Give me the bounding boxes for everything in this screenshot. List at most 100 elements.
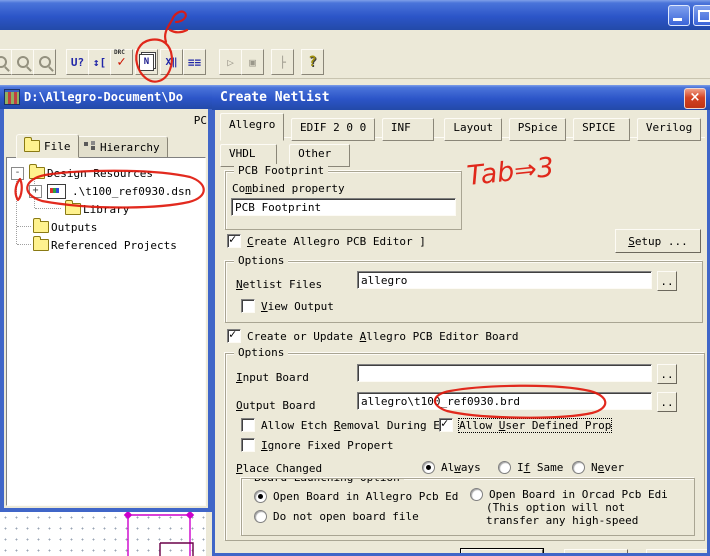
main-titlebar (0, 0, 710, 30)
allow-user-defined-label: Allow User Defined Prop (459, 419, 611, 432)
zoom-in-icon (0, 56, 7, 68)
tab-inf[interactable]: INF (382, 118, 434, 141)
create-netlist-button[interactable]: N (135, 49, 158, 75)
ok-button[interactable]: 确定 (461, 549, 543, 553)
close-button[interactable]: × (684, 88, 706, 109)
netlist-files-input[interactable] (357, 271, 652, 289)
options1-legend: Options (234, 254, 288, 267)
folder-icon (33, 239, 49, 251)
output-board-browse-button[interactable]: .. (657, 392, 677, 412)
tree-connector (17, 226, 31, 227)
combined-property-input[interactable] (231, 198, 456, 216)
tree-item-dsn[interactable]: .\t100_ref0930.dsn (47, 182, 191, 200)
tab-pspice[interactable]: PSpice (509, 118, 567, 141)
zoom-out-icon (17, 56, 29, 68)
create-allegro-editor-label: Create Allegro PCB Editor ] (247, 235, 426, 248)
project-tabs: File Hierarchy (4, 131, 208, 157)
options-group-1: Options Netlist Files .. View Output (225, 261, 703, 323)
input-board-browse-button[interactable]: .. (657, 364, 677, 384)
scale-icon: ↕[ (93, 56, 106, 69)
project-titlebar[interactable]: D:\Allegro-Document\Do (0, 85, 212, 109)
schematic-block (160, 543, 193, 556)
tab-layout[interactable]: Layout (444, 118, 502, 141)
tree-item-label: Outputs (51, 221, 97, 234)
tree-icon: ├ (279, 56, 286, 69)
scale-button[interactable]: ↕[ (88, 49, 111, 75)
board-launching-group: Board Launching Option Open Board in All… (241, 478, 695, 536)
tab-edif[interactable]: EDIF 2 0 0 (291, 118, 375, 141)
checkbox-checked-icon (227, 234, 241, 248)
cancel-button[interactable]: 取消 (564, 549, 628, 553)
tree-connector (17, 244, 31, 245)
zoom-all-button[interactable] (33, 49, 56, 75)
help-dialog-button[interactable]: 帮助 (646, 549, 707, 553)
open-orcad-radio[interactable]: Open Board in Orcad Pcb Edi (470, 487, 668, 501)
place-changed-ifsame-radio[interactable]: If Same (498, 460, 563, 474)
never-label: Never (591, 461, 624, 474)
netlist-files-browse-button[interactable]: .. (657, 271, 677, 291)
minimize-button[interactable] (668, 5, 690, 26)
orcad-note-line1: (This option will not (486, 501, 625, 514)
menu-strip (0, 30, 710, 46)
checkbox-checked-icon (227, 329, 241, 343)
input-board-input[interactable] (357, 364, 652, 382)
pointer-icon: ▷ (227, 56, 234, 69)
tree-item-label: .\t100_ref0930.dsn (72, 185, 191, 198)
tree-collapse-toggle[interactable]: - (11, 167, 24, 180)
output-board-input[interactable] (357, 392, 652, 410)
place-changed-always-radio[interactable]: Always (422, 460, 481, 474)
zoom-out-button[interactable] (11, 49, 34, 75)
place-changed-never-radio[interactable]: Never (572, 460, 624, 474)
orcad-note-line2: transfer any high-speed (486, 514, 638, 527)
tree-expand-toggle[interactable]: + (29, 185, 42, 198)
toolbar: U? ↕[ DRC ✓ N X‖ ≡≡ ▷ ▣ ├ ? (0, 45, 710, 79)
setup-button[interactable]: Setup ... (615, 229, 701, 253)
part-editor-button[interactable]: ▣ (241, 49, 264, 75)
drc-button[interactable]: DRC ✓ (110, 49, 133, 75)
allow-etch-removal-checkbox[interactable]: Allow Etch Removal During E (241, 418, 440, 432)
browse-label: .. (660, 396, 673, 409)
cross-reference-button[interactable]: X‖ (160, 49, 183, 75)
board-launching-legend: Board Launching Option (250, 478, 404, 484)
checkbox-unchecked-icon (241, 418, 255, 432)
tab-allegro[interactable]: Allegro (220, 113, 284, 141)
tab-spice[interactable]: SPICE (573, 118, 630, 141)
create-allegro-editor-checkbox[interactable]: Create Allegro PCB Editor ] (227, 234, 426, 248)
tab-hierarchy[interactable]: Hierarchy (76, 136, 168, 158)
netlist-files-label: Netlist Files (236, 278, 322, 291)
tree-item-referenced-projects[interactable]: Referenced Projects (33, 236, 177, 254)
create-update-board-checkbox[interactable]: Create or Update Allegro PCB Editor Boar… (227, 329, 519, 343)
view-output-label: View Output (261, 300, 334, 313)
dialog-titlebar[interactable]: Create Netlist (212, 85, 710, 110)
tab-file[interactable]: File (16, 134, 79, 158)
create-update-board-label: Create or Update Allegro PCB Editor Boar… (247, 330, 519, 343)
do-not-open-radio[interactable]: Do not open board file (254, 509, 419, 523)
folder-icon (24, 140, 40, 152)
tree-item-library[interactable]: Library (65, 200, 129, 218)
cross-reference-icon: X‖ (165, 57, 177, 68)
tab-verilog[interactable]: Verilog (637, 118, 701, 141)
bom-button[interactable]: ≡≡ (183, 49, 206, 75)
open-allegro-radio[interactable]: Open Board in Allegro Pcb Ed (254, 489, 458, 503)
checkbox-unchecked-icon (241, 299, 255, 313)
browse-label: .. (660, 275, 673, 288)
maximize-button[interactable] (693, 5, 710, 26)
allow-user-defined-checkbox[interactable]: Allow User Defined Prop (439, 418, 611, 432)
options2-legend: Options (234, 346, 288, 359)
dialog-body: Allegro EDIF 2 0 0 INF Layout PSpice SPI… (215, 110, 707, 553)
radio-selected-icon (422, 461, 435, 474)
schematic-canvas[interactable] (0, 512, 206, 556)
help-button[interactable]: ? (301, 49, 324, 75)
hierarchy-tree-button[interactable]: ├ (271, 49, 294, 75)
ignore-fixed-checkbox[interactable]: Ignore Fixed Propert (241, 438, 393, 452)
always-label: Always (441, 461, 481, 474)
annotate-button[interactable]: U? (66, 49, 89, 75)
project-window-icon (4, 89, 20, 105)
schematic-wires (128, 515, 190, 556)
radio-unselected-icon (572, 461, 585, 474)
view-output-checkbox[interactable]: View Output (241, 299, 334, 313)
tree-item-design-resources[interactable]: Design Resources (29, 164, 153, 182)
close-icon: × (690, 90, 701, 105)
snap-pointer-button[interactable]: ▷ (219, 49, 242, 75)
tree-item-outputs[interactable]: Outputs (33, 218, 97, 236)
